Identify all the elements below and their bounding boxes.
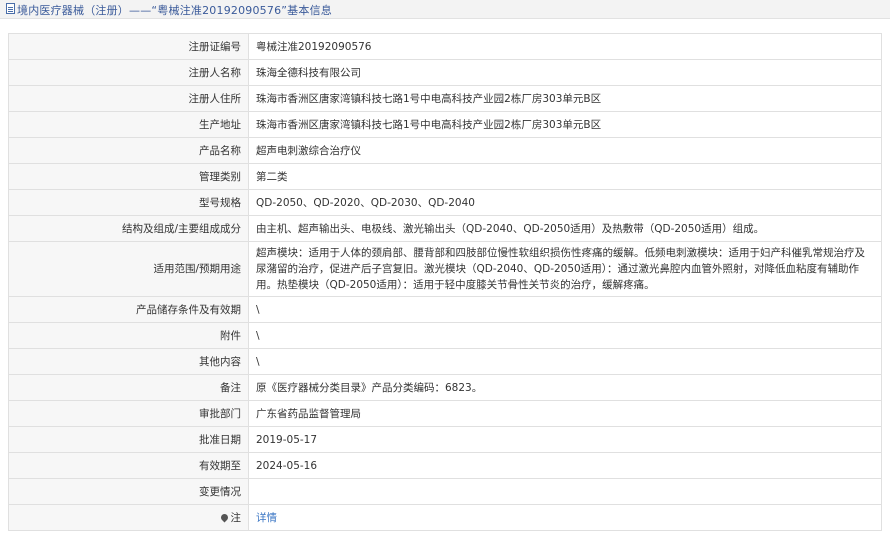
pin-icon — [219, 512, 229, 522]
row-value: 珠海全德科技有限公司 — [248, 59, 882, 86]
row-value: 2024-05-16 — [248, 452, 882, 479]
table-row: 注册证编号 粤械注准20192090576 — [8, 33, 882, 60]
row-value: \ — [248, 322, 882, 349]
row-value: 2019-05-17 — [248, 426, 882, 453]
row-label: 结构及组成/主要组成成分 — [8, 215, 249, 242]
table-row: 其他内容 \ — [8, 348, 882, 375]
row-label: 有效期至 — [8, 452, 249, 479]
row-label: 产品储存条件及有效期 — [8, 296, 249, 323]
row-label: 其他内容 — [8, 348, 249, 375]
info-table: 注册证编号 粤械注准20192090576 注册人名称 珠海全德科技有限公司 注… — [8, 33, 882, 531]
row-value-cell: 详情 — [248, 504, 882, 531]
note-label-cell: 注 — [8, 504, 249, 531]
table-row: 注册人住所 珠海市香洲区唐家湾镇科技七路1号中电高科技产业园2栋厂房303单元B… — [8, 85, 882, 112]
row-value: QD-2050、QD-2020、QD-2030、QD-2040 — [248, 189, 882, 216]
row-label: 批准日期 — [8, 426, 249, 453]
table-row: 产品储存条件及有效期 \ — [8, 296, 882, 323]
row-label: 注册人住所 — [8, 85, 249, 112]
row-label: 注册证编号 — [8, 33, 249, 60]
table-row: 批准日期 2019-05-17 — [8, 426, 882, 453]
table-row: 备注 原《医疗器械分类目录》产品分类编码：6823。 — [8, 374, 882, 401]
row-value: 超声电刺激综合治疗仪 — [248, 137, 882, 164]
table-row: 型号规格 QD-2050、QD-2020、QD-2030、QD-2040 — [8, 189, 882, 216]
row-value: \ — [248, 296, 882, 323]
table-row: 适用范围/预期用途 超声模块：适用于人体的颈肩部、腰背部和四肢部位慢性软组织损伤… — [8, 241, 882, 297]
table-row: 生产地址 珠海市香洲区唐家湾镇科技七路1号中电高科技产业园2栋厂房303单元B区 — [8, 111, 882, 138]
row-label: 生产地址 — [8, 111, 249, 138]
row-value — [248, 478, 882, 505]
row-label: 产品名称 — [8, 137, 249, 164]
row-label: 备注 — [8, 374, 249, 401]
row-value: 由主机、超声输出头、电极线、激光输出头（QD-2040、QD-2050适用）及热… — [248, 215, 882, 242]
row-label: 注册人名称 — [8, 59, 249, 86]
row-value: 广东省药品监督管理局 — [248, 400, 882, 427]
row-label: 管理类别 — [8, 163, 249, 190]
table-row: 管理类别 第二类 — [8, 163, 882, 190]
row-value: 珠海市香洲区唐家湾镇科技七路1号中电高科技产业园2栋厂房303单元B区 — [248, 85, 882, 112]
row-label: 审批部门 — [8, 400, 249, 427]
header-bar: 境内医疗器械（注册）——“粤械注准20192090576”基本信息 — [0, 0, 890, 19]
row-value: \ — [248, 348, 882, 375]
page-title: 境内医疗器械（注册）——“粤械注准20192090576”基本信息 — [17, 4, 332, 17]
row-value: 珠海市香洲区唐家湾镇科技七路1号中电高科技产业园2栋厂房303单元B区 — [248, 111, 882, 138]
details-link[interactable]: 详情 — [256, 512, 277, 524]
table-row: 审批部门 广东省药品监督管理局 — [8, 400, 882, 427]
table-row: 附件 \ — [8, 322, 882, 349]
table-row: 结构及组成/主要组成成分 由主机、超声输出头、电极线、激光输出头（QD-2040… — [8, 215, 882, 242]
table-row: 产品名称 超声电刺激综合治疗仪 — [8, 137, 882, 164]
row-value: 原《医疗器械分类目录》产品分类编码：6823。 — [248, 374, 882, 401]
row-value: 粤械注准20192090576 — [248, 33, 882, 60]
row-value: 超声模块：适用于人体的颈肩部、腰背部和四肢部位慢性软组织损伤性疼痛的缓解。低频电… — [248, 241, 882, 297]
row-value: 第二类 — [248, 163, 882, 190]
table-row: 注 详情 — [8, 504, 882, 531]
table-row: 变更情况 — [8, 478, 882, 505]
table-row: 注册人名称 珠海全德科技有限公司 — [8, 59, 882, 86]
row-label: 适用范围/预期用途 — [8, 241, 249, 297]
row-label: 注 — [230, 511, 242, 524]
row-label: 附件 — [8, 322, 249, 349]
row-label: 变更情况 — [8, 478, 249, 505]
row-label: 型号规格 — [8, 189, 249, 216]
table-row: 有效期至 2024-05-16 — [8, 452, 882, 479]
document-icon — [6, 3, 15, 14]
